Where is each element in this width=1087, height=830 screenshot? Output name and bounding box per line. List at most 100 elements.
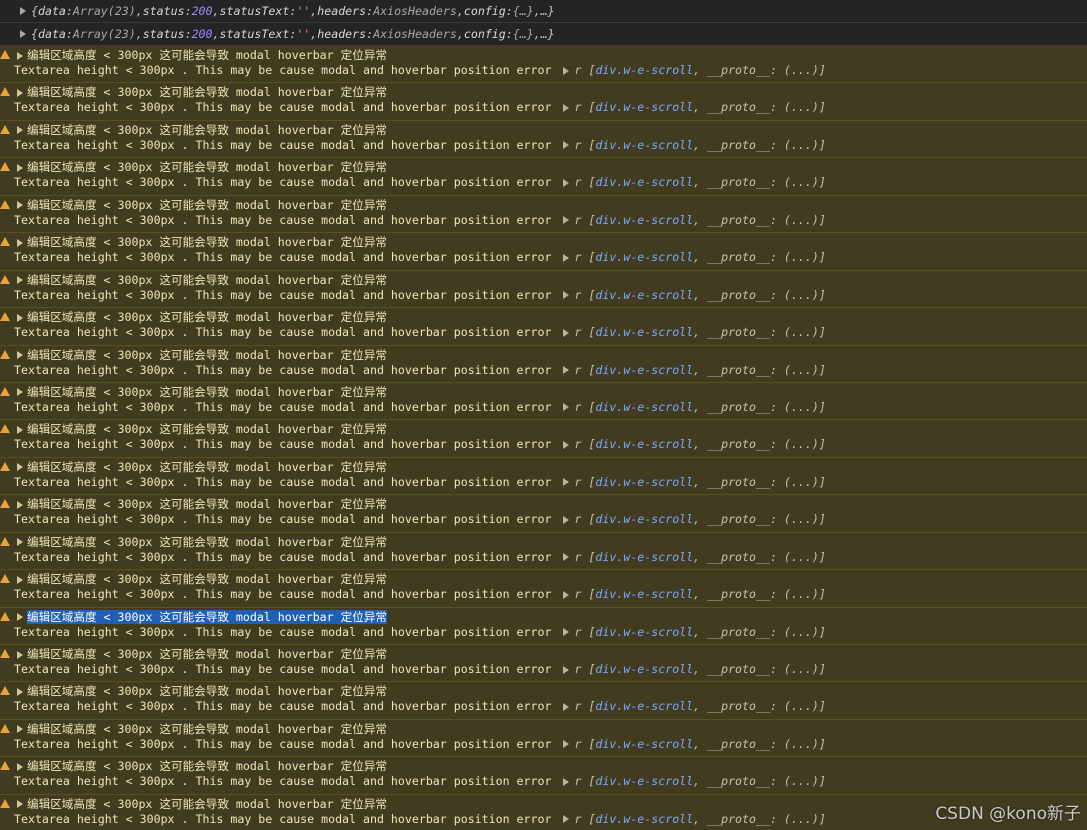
console-warning-row[interactable]: 编辑区域高度 < 300px 这可能会导致 modal hoverbar 定位异… [0,532,1087,571]
expand-arrow-icon[interactable] [563,366,570,374]
expand-arrow-icon[interactable] [17,575,23,584]
expand-arrow-icon[interactable] [17,88,23,97]
warning-message-zh[interactable]: 编辑区域高度 < 300px 这可能会导致 modal hoverbar 定位异… [17,609,388,625]
element-link[interactable]: div.w-e-scroll [595,774,693,788]
console-warning-row[interactable]: 编辑区域高度 < 300px 这可能会导致 modal hoverbar 定位异… [0,645,1087,683]
expand-arrow-icon[interactable] [17,388,23,397]
warning-message-zh[interactable]: 编辑区域高度 < 300px 这可能会导致 modal hoverbar 定位异… [17,422,387,437]
warning-message-zh[interactable]: 编辑区域高度 < 300px 这可能会导致 modal hoverbar 定位异… [17,722,387,737]
element-link[interactable]: div.w-e-scroll [595,512,693,526]
expand-arrow-icon[interactable] [563,553,570,562]
console-warning-row[interactable]: 编辑区域高度 < 300px 这可能会导致 modal hoverbar 定位异… [0,757,1087,795]
expand-arrow-icon[interactable] [17,762,23,771]
expand-arrow-icon[interactable] [17,313,23,322]
console-warning-row[interactable]: 编辑区域高度 < 300px 这可能会导致 modal hoverbar 定位异… [0,382,1087,421]
console-warning-row[interactable]: 编辑区域高度 < 300px 这可能会导致 modal hoverbar 定位异… [0,570,1087,608]
expand-arrow-icon[interactable] [17,500,23,509]
expand-arrow-icon[interactable] [17,650,23,659]
element-link[interactable]: div.w-e-scroll [595,437,693,451]
expand-arrow-icon[interactable] [563,66,570,75]
element-link[interactable]: div.w-e-scroll [595,250,693,264]
expand-arrow-icon[interactable] [17,538,23,547]
warning-message-zh[interactable]: 编辑区域高度 < 300px 这可能会导致 modal hoverbar 定位异… [17,48,387,63]
console-warning-row[interactable]: 编辑区域高度 < 300px 这可能会导致 modal hoverbar 定位异… [0,120,1087,159]
warning-message-zh[interactable]: 编辑区域高度 < 300px 这可能会导致 modal hoverbar 定位异… [17,385,387,400]
console-warning-row[interactable]: 编辑区域高度 < 300px 这可能会导致 modal hoverbar 定位异… [0,83,1087,121]
expand-arrow-icon[interactable] [17,238,23,247]
console-warning-row[interactable]: 编辑区域高度 < 300px 这可能会导致 modal hoverbar 定位异… [0,345,1087,383]
expand-arrow-icon[interactable] [563,702,570,711]
expand-arrow-icon[interactable] [563,590,570,599]
console-warning-row[interactable]: 编辑区域高度 < 300px 这可能会导致 modal hoverbar 定位异… [0,233,1087,271]
element-link[interactable]: div.w-e-scroll [595,63,693,77]
expand-arrow-icon[interactable] [17,163,23,172]
warning-message-zh[interactable]: 编辑区域高度 < 300px 这可能会导致 modal hoverbar 定位异… [17,684,387,699]
element-link[interactable]: div.w-e-scroll [595,100,693,114]
console-warning-row[interactable]: 编辑区域高度 < 300px 这可能会导致 modal hoverbar 定位异… [0,682,1087,720]
element-link[interactable]: div.w-e-scroll [595,699,693,713]
expand-arrow-icon[interactable] [563,141,570,150]
element-link[interactable]: div.w-e-scroll [595,400,693,414]
warning-message-zh[interactable]: 编辑区域高度 < 300px 这可能会导致 modal hoverbar 定位异… [17,198,387,213]
console-warning-row[interactable]: 编辑区域高度 < 300px 这可能会导致 modal hoverbar 定位异… [0,158,1087,196]
element-link[interactable]: div.w-e-scroll [595,662,693,676]
expand-arrow-icon[interactable] [563,665,570,674]
warning-message-zh[interactable]: 编辑区域高度 < 300px 这可能会导致 modal hoverbar 定位异… [17,759,387,774]
expand-arrow-icon[interactable] [17,463,23,472]
warning-message-zh[interactable]: 编辑区域高度 < 300px 这可能会导致 modal hoverbar 定位异… [17,460,387,475]
console-warning-row[interactable]: 编辑区域高度 < 300px 这可能会导致 modal hoverbar 定位异… [0,308,1087,346]
expand-arrow-icon[interactable] [17,725,23,734]
expand-arrow-icon[interactable] [17,425,23,434]
warning-message-zh[interactable]: 编辑区域高度 < 300px 这可能会导致 modal hoverbar 定位异… [17,160,387,175]
warning-message-zh[interactable]: 编辑区域高度 < 300px 这可能会导致 modal hoverbar 定位异… [17,797,387,812]
expand-arrow-icon[interactable] [563,253,570,262]
console-log-row[interactable]: {data: Array(23), status: 200, statusTex… [0,0,1087,23]
element-link[interactable]: div.w-e-scroll [595,175,693,189]
console-warning-row[interactable]: 编辑区域高度 < 300px 这可能会导致 modal hoverbar 定位异… [0,270,1087,309]
expand-arrow-icon[interactable] [563,103,570,112]
expand-arrow-icon[interactable] [17,800,23,809]
expand-arrow-icon[interactable] [563,216,570,225]
warning-message-zh[interactable]: 编辑区域高度 < 300px 这可能会导致 modal hoverbar 定位异… [17,85,387,100]
console-warning-row[interactable]: 编辑区域高度 < 300px 这可能会导致 modal hoverbar 定位异… [0,420,1087,458]
console-warning-row[interactable]: 编辑区域高度 < 300px 这可能会导致 modal hoverbar 定位异… [0,719,1087,758]
expand-arrow-icon[interactable] [17,201,23,210]
element-link[interactable]: div.w-e-scroll [595,213,693,227]
console-warning-row[interactable]: 编辑区域高度 < 300px 这可能会导致 modal hoverbar 定位异… [0,495,1087,533]
console-warning-row[interactable]: 编辑区域高度 < 300px 这可能会导致 modal hoverbar 定位异… [0,607,1087,645]
expand-arrow-icon[interactable] [563,628,570,637]
warning-message-zh[interactable]: 编辑区域高度 < 300px 这可能会导致 modal hoverbar 定位异… [17,273,387,288]
expand-arrow-icon[interactable] [563,740,570,749]
console-log-row[interactable]: {data: Array(23), status: 200, statusTex… [0,23,1087,46]
element-link[interactable]: div.w-e-scroll [595,363,693,377]
expand-arrow-icon[interactable] [17,613,23,622]
element-link[interactable]: div.w-e-scroll [595,325,693,339]
expand-arrow-icon[interactable] [17,351,23,359]
element-link[interactable]: div.w-e-scroll [595,737,693,751]
expand-arrow-icon[interactable] [563,515,570,524]
expand-arrow-icon[interactable] [17,126,23,135]
expand-arrow-icon[interactable] [563,178,570,187]
warning-message-zh[interactable]: 编辑区域高度 < 300px 这可能会导致 modal hoverbar 定位异… [17,235,387,250]
warning-message-zh[interactable]: 编辑区域高度 < 300px 这可能会导致 modal hoverbar 定位异… [17,535,387,550]
expand-arrow-icon[interactable] [563,403,570,412]
element-link[interactable]: div.w-e-scroll [595,625,693,639]
console-warning-row[interactable]: 编辑区域高度 < 300px 这可能会导致 modal hoverbar 定位异… [0,195,1087,234]
expand-arrow-icon[interactable] [20,7,26,15]
expand-arrow-icon[interactable] [563,328,570,337]
expand-arrow-icon[interactable] [17,687,23,696]
expand-arrow-icon[interactable] [20,30,26,38]
warning-message-zh[interactable]: 编辑区域高度 < 300px 这可能会导致 modal hoverbar 定位异… [17,348,387,363]
element-link[interactable]: div.w-e-scroll [595,475,693,489]
element-link[interactable]: div.w-e-scroll [595,138,693,152]
console-warning-row[interactable]: 编辑区域高度 < 300px 这可能会导致 modal hoverbar 定位异… [0,46,1087,84]
warning-message-zh[interactable]: 编辑区域高度 < 300px 这可能会导致 modal hoverbar 定位异… [17,123,387,138]
element-link[interactable]: div.w-e-scroll [595,587,693,601]
expand-arrow-icon[interactable] [17,276,23,285]
element-link[interactable]: div.w-e-scroll [595,812,693,826]
warning-message-zh[interactable]: 编辑区域高度 < 300px 这可能会导致 modal hoverbar 定位异… [17,647,387,662]
warning-message-zh[interactable]: 编辑区域高度 < 300px 这可能会导致 modal hoverbar 定位异… [17,497,387,512]
warning-message-zh[interactable]: 编辑区域高度 < 300px 这可能会导致 modal hoverbar 定位异… [17,572,387,587]
expand-arrow-icon[interactable] [563,291,570,300]
expand-arrow-icon[interactable] [563,478,570,487]
